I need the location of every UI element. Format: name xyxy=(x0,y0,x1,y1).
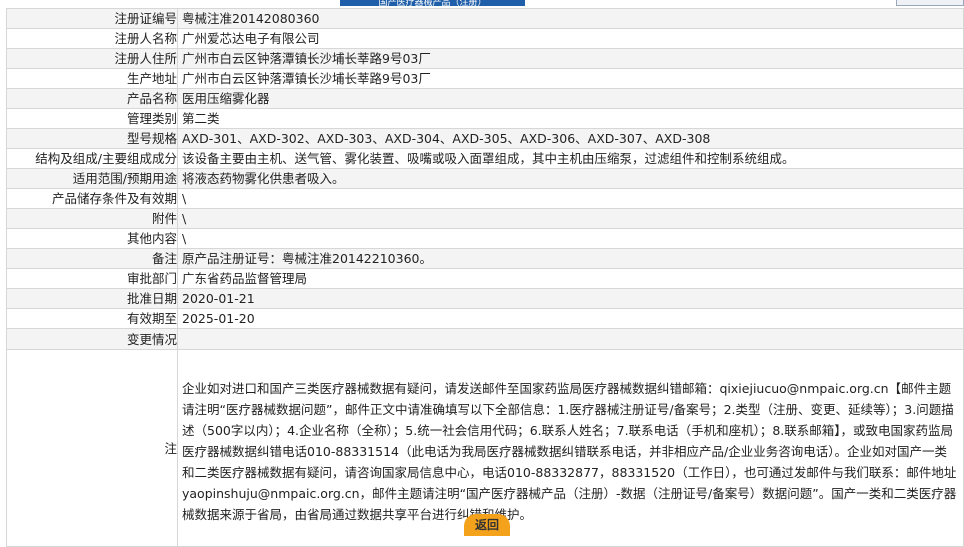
field-label: 产品名称 xyxy=(6,88,178,109)
table-row: 附件 \ xyxy=(6,208,964,229)
table-row: 备注 原产品注册证号：粤械注准20142210360。 xyxy=(6,248,964,269)
note-text: 企业如对进口和国产三类医疗器械数据有疑问，请发送邮件至国家药监局医疗器械数据纠错… xyxy=(177,349,964,547)
table-row: 产品名称 医用压缩雾化器 xyxy=(6,88,964,109)
field-value: AXD-301、AXD-302、AXD-303、AXD-304、AXD-305、… xyxy=(177,128,964,149)
field-label: 注册人住所 xyxy=(6,48,178,69)
table-row: 生产地址 广州市白云区钟落潭镇长沙埔长莘路9号03厂 xyxy=(6,68,964,89)
field-value: \ xyxy=(177,188,964,209)
field-value: 原产品注册证号：粤械注准20142210360。 xyxy=(177,248,964,269)
field-value: \ xyxy=(177,208,964,229)
table-row: 有效期至 2025-01-20 xyxy=(6,308,964,329)
corner-button[interactable] xyxy=(896,0,964,6)
field-value: 广州爱芯达电子有限公司 xyxy=(177,28,964,49)
table-row: 管理类别 第二类 xyxy=(6,108,964,129)
field-label: 型号规格 xyxy=(6,128,178,149)
field-label: 生产地址 xyxy=(6,68,178,89)
field-value: 第二类 xyxy=(177,108,964,129)
field-value: 该设备主要由主机、送气管、雾化装置、吸嘴或吸入面罩组成，其中主机由压缩泵，过滤组… xyxy=(177,148,964,169)
field-value: 医用压缩雾化器 xyxy=(177,88,964,109)
field-value: 广东省药品监督管理局 xyxy=(177,268,964,289)
field-label: 注册人名称 xyxy=(6,28,178,49)
field-label: 产品储存条件及有效期 xyxy=(6,188,178,209)
registration-info-table: 注册证编号 粤械注准20142080360 注册人名称 广州爱芯达电子有限公司 注册… xyxy=(6,8,964,547)
field-value: 2025-01-20 xyxy=(177,308,964,329)
field-label: 备注 xyxy=(6,248,178,269)
table-row: 注册证编号 粤械注准20142080360 xyxy=(6,8,964,29)
field-value: 广州市白云区钟落潭镇长沙埔长莘路9号03厂 xyxy=(177,48,964,69)
field-label: 结构及组成/主要组成成分 xyxy=(6,148,178,169)
field-label: 注册证编号 xyxy=(6,8,178,29)
back-button[interactable]: 返回 xyxy=(464,514,510,536)
field-label: 有效期至 xyxy=(6,308,178,329)
field-value: \ xyxy=(177,228,964,249)
table-row: 结构及组成/主要组成成分 该设备主要由主机、送气管、雾化装置、吸嘴或吸入面罩组成，… xyxy=(6,148,964,169)
table-row: 型号规格 AXD-301、AXD-302、AXD-303、AXD-304、AXD-… xyxy=(6,128,964,149)
field-value: 2020-01-21 xyxy=(177,288,964,309)
field-label: 其他内容 xyxy=(6,228,178,249)
field-value xyxy=(177,328,964,350)
field-label: 变更情况 xyxy=(6,328,178,350)
note-label: 注 xyxy=(6,349,178,547)
field-label: 附件 xyxy=(6,208,178,229)
field-label: 批准日期 xyxy=(6,288,178,309)
field-value: 粤械注准20142080360 xyxy=(177,8,964,29)
field-label: 适用范围/预期用途 xyxy=(6,168,178,189)
table-row: 批准日期 2020-01-21 xyxy=(6,288,964,309)
field-value: 将液态药物雾化供患者吸入。 xyxy=(177,168,964,189)
table-row: 变更情况 xyxy=(6,328,964,350)
field-value: 广州市白云区钟落潭镇长沙埔长莘路9号03厂 xyxy=(177,68,964,89)
table-row: 注册人住所 广州市白云区钟落潭镇长沙埔长莘路9号03厂 xyxy=(6,48,964,69)
table-row: 其他内容 \ xyxy=(6,228,964,249)
table-row: 注册人名称 广州爱芯达电子有限公司 xyxy=(6,28,964,49)
page-banner-title: 国产医疗器械产品（注册） xyxy=(340,0,525,6)
table-row: 审批部门 广东省药品监督管理局 xyxy=(6,268,964,289)
table-row: 产品储存条件及有效期 \ xyxy=(6,188,964,209)
field-label: 管理类别 xyxy=(6,108,178,129)
table-row: 适用范围/预期用途 将液态药物雾化供患者吸入。 xyxy=(6,168,964,189)
field-label: 审批部门 xyxy=(6,268,178,289)
